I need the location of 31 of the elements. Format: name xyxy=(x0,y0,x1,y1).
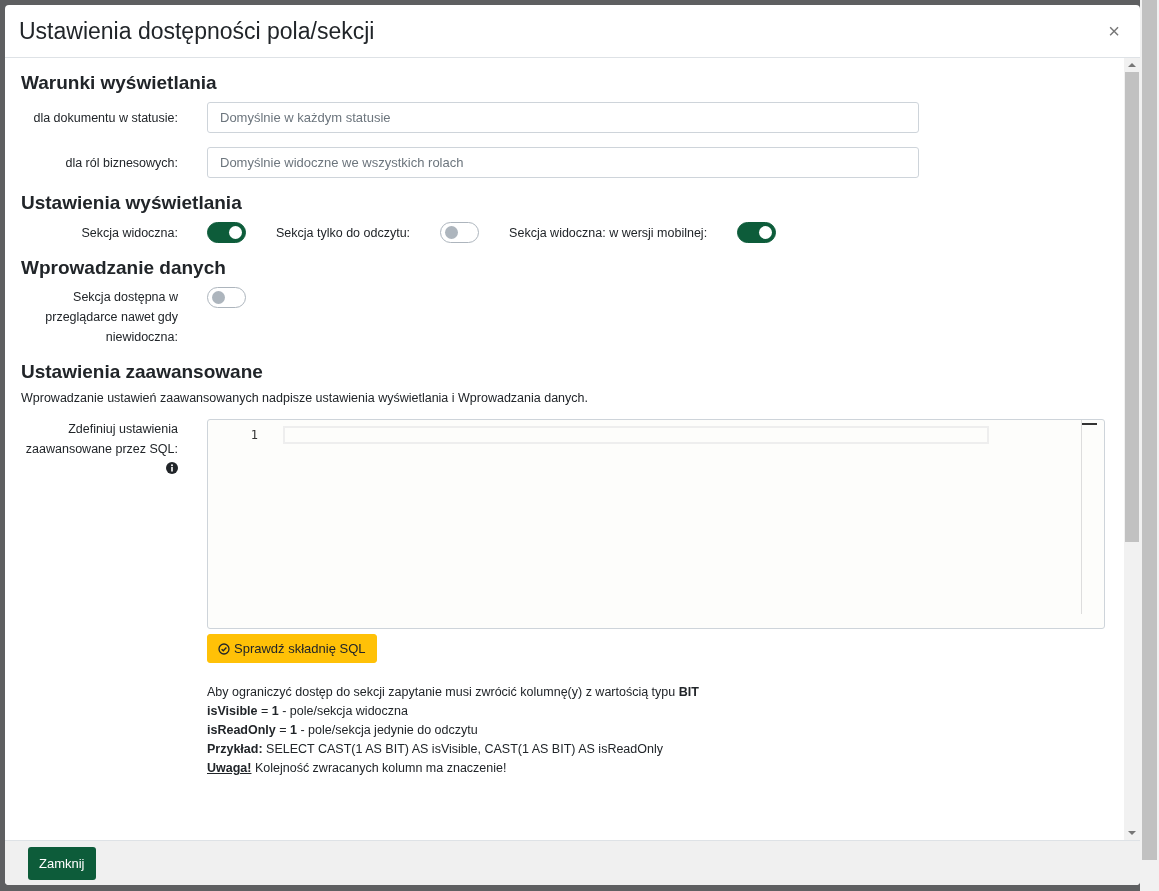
section-heading: Ustawienia zaawansowane xyxy=(21,361,264,383)
section-description: Wprowadzanie ustawień zaawansowanych nadpisze ustawienia wyświetlania i Wprowadzania danych. xyxy=(21,391,589,405)
section-heading: Warunki wyświetlania xyxy=(21,72,218,94)
dialog-title: Ustawienia dostępności pola/sekcji xyxy=(19,17,375,45)
section-heading: Ustawienia wyświetlania xyxy=(21,192,243,214)
toggle-label: Sekcja tylko do odczytu: xyxy=(276,225,411,240)
input-field[interactable]: Domyślnie w każdym statusie xyxy=(207,102,919,133)
input-field[interactable]: Domyślnie widoczne we wszystkich rolach xyxy=(207,147,919,178)
field-label: dla ról biznesowych: xyxy=(64,154,179,172)
warning-text: Uwaga! Kolejność zwracanych kolumn ma znaczenie! xyxy=(207,760,508,777)
help-text: Aby ograniczyć dostęp do sekcji zapytanie musi zwrócić kolumnę(y) z wartością typu BIT xyxy=(207,684,700,701)
toggle-label: Sekcja widoczna: xyxy=(80,224,179,242)
toggle-label: Sekcja widoczna: w wersji mobilnej: xyxy=(509,225,708,240)
line-number: 1 xyxy=(249,428,258,442)
code-editor[interactable]: 1 xyxy=(207,419,1105,629)
check-sql-button[interactable]: Sprawdź składnię SQL xyxy=(207,634,377,663)
close-button[interactable]: × xyxy=(1104,19,1124,43)
info-icon xyxy=(166,462,178,474)
section-heading: Wprowadzanie danych xyxy=(21,257,227,279)
help-text: isReadOnly = 1 - pole/sekcja jedynie do odczytu xyxy=(207,722,479,739)
help-text: Przykład: SELECT CAST(1 AS BIT) AS isVisible, CAST(1 AS BIT) AS isReadOnly xyxy=(207,741,664,758)
field-label: dla dokumentu w statusie: xyxy=(32,109,179,127)
toggle-switch[interactable] xyxy=(440,222,480,243)
close-dialog-button[interactable]: Zamknij xyxy=(28,846,96,880)
toggle-label: Sekcja dostępna w przeglądarce nawet gdy niewidoczna: xyxy=(44,289,179,346)
check-circle-icon xyxy=(218,642,230,655)
field-label: Zdefiniuj ustawienia zaawansowane przez SQL: xyxy=(25,422,178,456)
toggle-switch[interactable] xyxy=(207,222,246,243)
help-text: isVisible = 1 - pole/sekcja widoczna xyxy=(207,703,409,720)
toggle-switch[interactable] xyxy=(737,222,777,243)
toggle-switch[interactable] xyxy=(207,287,246,308)
